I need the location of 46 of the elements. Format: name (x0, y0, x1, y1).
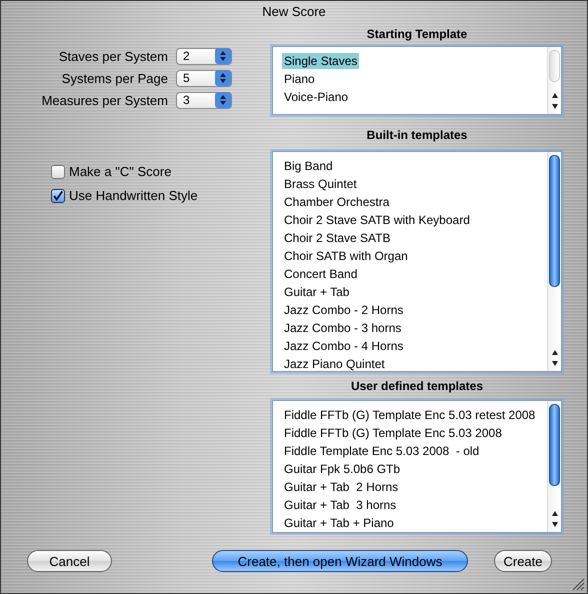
template-item[interactable]: Piano (282, 71, 317, 87)
template-item[interactable]: Guitar + Tab 2 Horns (282, 479, 400, 495)
number-dropdown[interactable]: 2 (176, 48, 232, 64)
template-item[interactable]: Chamber Orchestra (282, 194, 392, 210)
template-item[interactable]: Guitar Fpk 5.0b6 GTb (282, 461, 402, 477)
template-item[interactable]: Fiddle FFTb (G) Template Enc 5.03 2008 (282, 425, 504, 441)
checkbox[interactable] (51, 188, 65, 202)
template-item[interactable]: Voice-Piano (282, 89, 350, 105)
template-item[interactable]: Jazz Combo - 4 Horns (282, 338, 406, 354)
stepper-arrows-icon (215, 48, 231, 64)
template-item[interactable]: Single Staves (282, 53, 360, 69)
scroll-bar[interactable] (547, 401, 561, 532)
resize-grip-icon[interactable] (571, 577, 585, 591)
checkbox-label[interactable]: Use Handwritten Style (69, 188, 198, 203)
template-item[interactable]: Big Band (282, 158, 335, 174)
template-item[interactable]: Choir SATB with Organ (282, 248, 410, 264)
stepper-arrows-icon (215, 92, 231, 108)
template-item[interactable]: Fiddle Template Enc 5.03 2008 - old (282, 443, 482, 459)
checkbox[interactable] (51, 164, 65, 178)
dialog-button[interactable]: Create (494, 550, 552, 572)
stepper-arrows-icon (215, 70, 231, 86)
number-dropdown[interactable]: 5 (176, 70, 232, 86)
template-item[interactable]: Concert Band (282, 266, 360, 282)
setting-label: Staves per System (58, 48, 168, 64)
setting-label: Systems per Page (62, 70, 168, 86)
section-heading: Starting Template (366, 26, 468, 42)
template-item[interactable]: Guitar + Tab + Piano (282, 515, 396, 531)
dialog-button[interactable]: Create, then open Wizard Windows (212, 550, 468, 572)
template-item[interactable]: Brass Quintet (282, 176, 359, 192)
section-heading: Built-in templates (366, 127, 468, 143)
template-item[interactable]: Choir 2 Stave SATB with Keyboard (282, 212, 472, 228)
number-dropdown[interactable]: 3 (176, 92, 232, 108)
template-item[interactable]: Guitar + Tab 3 horns (282, 497, 398, 513)
template-item[interactable]: Jazz Combo - 3 horns (282, 320, 404, 336)
template-item[interactable]: Choir 2 Stave SATB (282, 230, 392, 246)
template-item[interactable]: Jazz Combo - 2 Horns (282, 302, 406, 318)
template-item[interactable]: Fiddle FFTb (G) Template Enc 5.03 retest 2008 (282, 407, 538, 423)
scroll-bar[interactable] (547, 47, 561, 114)
dialog-button[interactable]: Cancel (27, 550, 112, 572)
template-item[interactable]: Guitar + Tab (282, 284, 352, 300)
section-heading: User defined templates (350, 378, 484, 394)
template-item[interactable]: Jazz Piano Quintet (282, 356, 387, 371)
scroll-bar[interactable] (547, 152, 561, 371)
window-title: New Score (261, 3, 327, 21)
setting-label: Measures per System (42, 92, 168, 108)
checkbox-label[interactable]: Make a "C" Score (69, 164, 172, 179)
